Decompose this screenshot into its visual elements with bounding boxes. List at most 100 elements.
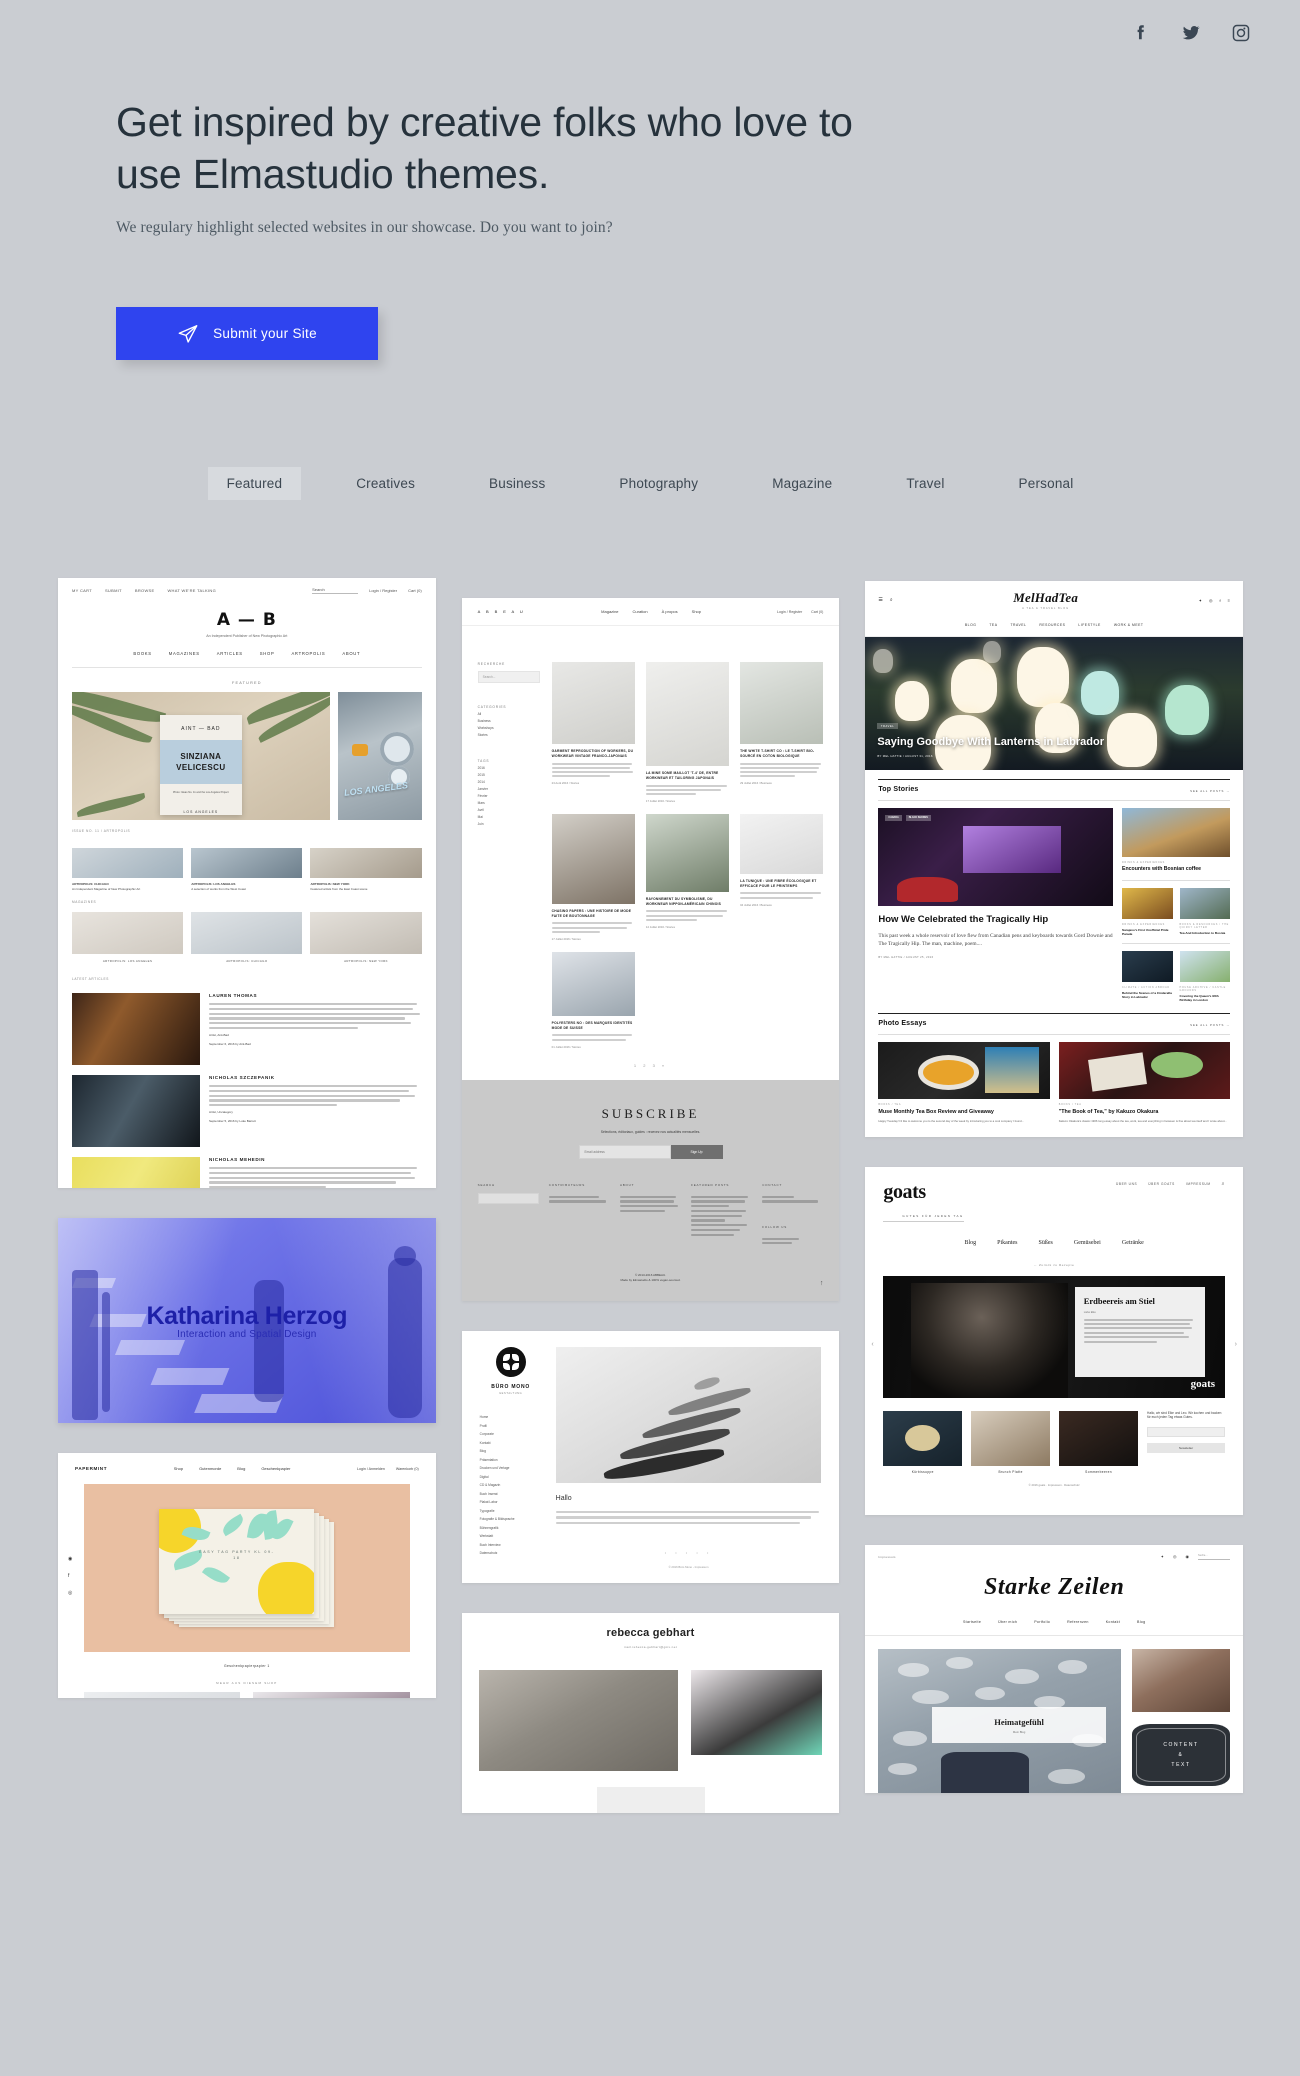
mh-nav-1[interactable]: TEA — [989, 623, 997, 627]
fm-cat-3[interactable]: Stories — [478, 733, 540, 737]
list-item[interactable] — [253, 1692, 410, 1698]
showcase-card-ab[interactable]: MY CART SUBMIT BROWSE WHAT WE'RE TALKING… — [58, 578, 436, 1188]
sz-nav-2[interactable]: Portfolio — [1034, 1620, 1050, 1624]
filter-featured[interactable]: Featured — [207, 467, 302, 500]
sz-nav-1[interactable]: Über mich — [998, 1620, 1017, 1624]
list-item[interactable]: RAYONNEMENT DU SYMBOLISME, DU WORKWEAR N… — [645, 813, 730, 941]
gt-topnav-0[interactable]: ÜBER UNS — [1116, 1182, 1137, 1186]
email-field[interactable]: Email address — [578, 1144, 671, 1159]
bm-nav-9[interactable]: Buch Inserat — [480, 1492, 542, 1496]
photo-essays-see-all[interactable]: SEE ALL POSTS → — [1190, 1023, 1230, 1027]
list-item[interactable]: ARTROPOLIS: CHICAGO — [191, 912, 303, 963]
filter-magazine[interactable]: Magazine — [753, 467, 851, 500]
facebook-icon[interactable]: f — [68, 1573, 72, 1579]
instagram-icon[interactable]: ◎ — [1209, 598, 1213, 603]
filter-personal[interactable]: Personal — [1000, 467, 1093, 500]
bm-nav-8[interactable]: CD & Magazin — [480, 1483, 542, 1487]
twitter-icon[interactable]: ✦ — [1199, 598, 1202, 603]
starke-imprint[interactable]: Impressum — [878, 1555, 895, 1559]
filter-travel[interactable]: Travel — [887, 467, 963, 500]
filter-creatives[interactable]: Creatives — [337, 467, 434, 500]
mh-nav-0[interactable]: BLOG — [965, 623, 976, 627]
carousel-next-icon[interactable]: › — [1235, 1341, 1237, 1348]
starke-hero[interactable]: Heimatgefühl Mein Blog — [878, 1648, 1122, 1793]
instagram-icon[interactable]: ◎ — [1173, 1554, 1177, 1559]
instagram-icon[interactable] — [1230, 22, 1252, 44]
bm-nav-13[interactable]: Bühnengrafik — [480, 1526, 542, 1530]
list-item[interactable]: NICHOLAS MEHEDIN Artist September 4, 201… — [72, 1157, 422, 1188]
bm-nav-5[interactable]: Präsentation — [480, 1458, 542, 1462]
mh-nav-2[interactable]: TRAVEL — [1010, 623, 1026, 627]
bm-nav-15[interactable]: Buch Interview — [480, 1543, 542, 1547]
goats-side-search[interactable] — [1147, 1427, 1226, 1438]
showcase-card-melhadtea[interactable]: ☰ ⌕ MelHadTea A TEA & TRAVEL BLOG ✦ ◎ f … — [865, 581, 1244, 1137]
gt-nav-1[interactable]: Pikantes — [997, 1240, 1017, 1246]
search-icon[interactable]: ⌕ — [890, 597, 893, 603]
list-item[interactable]: Sommerbeeren — [1059, 1410, 1139, 1474]
gt-nav-3[interactable]: Gemüsebei — [1074, 1240, 1101, 1246]
sz-nav-4[interactable]: Kontakt — [1106, 1620, 1120, 1624]
list-item[interactable]: BOOKS / TEA "The Book of Tea," by Kakuzo… — [1058, 1042, 1231, 1123]
list-item[interactable]: DRINKS & EXPERIENCES Encounters with Bos… — [1122, 808, 1231, 873]
back-to-top-icon[interactable]: ↑ — [820, 1280, 824, 1287]
pinterest-icon[interactable]: ◉ — [68, 1556, 72, 1562]
list-item[interactable] — [478, 1670, 678, 1772]
bm-nav-10[interactable]: Plakat Labor — [480, 1500, 542, 1504]
facebook-icon[interactable] — [1130, 22, 1152, 44]
gt-topnav-1[interactable]: ÜBER GOATS — [1148, 1182, 1175, 1186]
ab-search-input[interactable]: Search — [312, 587, 359, 594]
showcase-card-starke[interactable]: Impressum ✦ ◎ ◉ Suche... Starke Zeilen S… — [865, 1544, 1244, 1793]
list-item[interactable]: ARTROPOLIS: CHICAGO An Independent Magaz… — [72, 848, 184, 891]
list-item[interactable]: ARTROPOLIS: NEW YORK Featured artists fr… — [310, 848, 422, 891]
list-item[interactable]: BOOKS & RESOURCES / THE QUIRKY LETTER Te… — [1179, 887, 1231, 936]
list-item[interactable]: GARMENT REPRODUCTION OF WORKERS, DU WORK… — [551, 662, 635, 803]
magazine-pagination[interactable]: 1 2 3 » — [462, 1049, 840, 1080]
list-item[interactable]: HOUSE ARCHIVE / CASTLE GROUNDS Covering … — [1179, 951, 1231, 1002]
gt-nav-4[interactable]: Getränke — [1122, 1240, 1144, 1246]
list-item[interactable]: Brunch Platte — [971, 1410, 1051, 1474]
instagram-icon[interactable]: ◎ — [68, 1590, 72, 1596]
gt-nav-0[interactable]: Blog — [965, 1240, 977, 1246]
list-item[interactable]: DRINKS & EXPERIENCES Sarajevo's First Un… — [1122, 887, 1173, 936]
bm-nav-16[interactable]: Datenschutz — [480, 1551, 542, 1555]
submit-your-site-button[interactable]: Submit your Site — [116, 307, 378, 360]
filter-photography[interactable]: Photography — [600, 467, 717, 500]
mh-nav-3[interactable]: RESOURCES — [1039, 623, 1065, 627]
list-item[interactable]: Kürbissuppe — [883, 1410, 963, 1474]
list-item[interactable] — [691, 1670, 823, 1756]
footer-search-input[interactable] — [477, 1192, 539, 1204]
list-item[interactable]: CHASING PAPERS : UNE HISTOIRE DE MODE FA… — [551, 813, 635, 941]
signup-button[interactable]: Sign Up — [670, 1144, 723, 1159]
search-icon[interactable]: ⌕ — [1222, 1181, 1225, 1187]
list-item[interactable]: BOOKS / TEA Muse Monthly Tea Box Review … — [878, 1042, 1050, 1123]
showcase-card-rebecca[interactable]: rebecca gebhart mail.rebecca-gebhart@gmx… — [461, 1613, 840, 1814]
fm-cat-0[interactable]: All — [478, 712, 540, 716]
fm-cat-1[interactable]: Business — [478, 719, 540, 723]
rss-icon[interactable]: ≡ — [1228, 598, 1230, 603]
bm-nav-14[interactable]: Werkstatt — [480, 1534, 542, 1538]
filter-business[interactable]: Business — [470, 467, 564, 500]
list-item[interactable]: POLYESTERS NO : DES MARQUES IDENTITÉS MO… — [551, 951, 635, 1049]
fm-cat-2[interactable]: Workshops — [478, 726, 540, 730]
gt-topnav-2[interactable]: IMPRESSUM — [1186, 1182, 1211, 1186]
sz-nav-3[interactable]: Referenzen — [1067, 1620, 1089, 1624]
bm-nav-3[interactable]: Kontakt — [480, 1441, 542, 1445]
bm-nav-1[interactable]: Profil — [480, 1424, 542, 1428]
twitter-icon[interactable] — [1180, 22, 1202, 44]
sz-nav-0[interactable]: Startseite — [963, 1620, 981, 1624]
bm-nav-4[interactable]: Blog — [480, 1449, 542, 1453]
showcase-card-buromono[interactable]: BÜRO MONO GESTALTUNG Home Profil Corpora… — [461, 1331, 840, 1584]
mh-nav-4[interactable]: LIFESTYLE — [1078, 623, 1100, 627]
bm-nav-6[interactable]: Drucken und Verlage — [480, 1466, 542, 1470]
sz-nav-5[interactable]: Blog — [1137, 1620, 1145, 1624]
list-item[interactable]: ARTROPOLIS: LOS ANGELES — [72, 912, 184, 963]
bm-nav-11[interactable]: Typografie — [480, 1509, 542, 1513]
top-story-main[interactable]: CANADA BLACK SHORES How We Celebrated th… — [878, 808, 1114, 1002]
list-item[interactable]: ARTROPOLIS: LOS ANGELES A selection of w… — [191, 848, 303, 891]
list-item[interactable]: THE WHITE T-SHIRT CO : LE T-SHIRT BIO-SO… — [740, 662, 824, 803]
facebook-icon[interactable]: f — [1220, 598, 1221, 603]
carousel-prev-icon[interactable]: ‹ — [871, 1341, 873, 1348]
bm-nav-12[interactable]: Fotografie & Bildsprache — [480, 1517, 542, 1521]
list-item[interactable]: ARTROPOLIS: NEW YORK — [310, 912, 422, 963]
list-item[interactable]: CLIMATE / ACTION ABROAD Behind the Scene… — [1122, 951, 1173, 1002]
